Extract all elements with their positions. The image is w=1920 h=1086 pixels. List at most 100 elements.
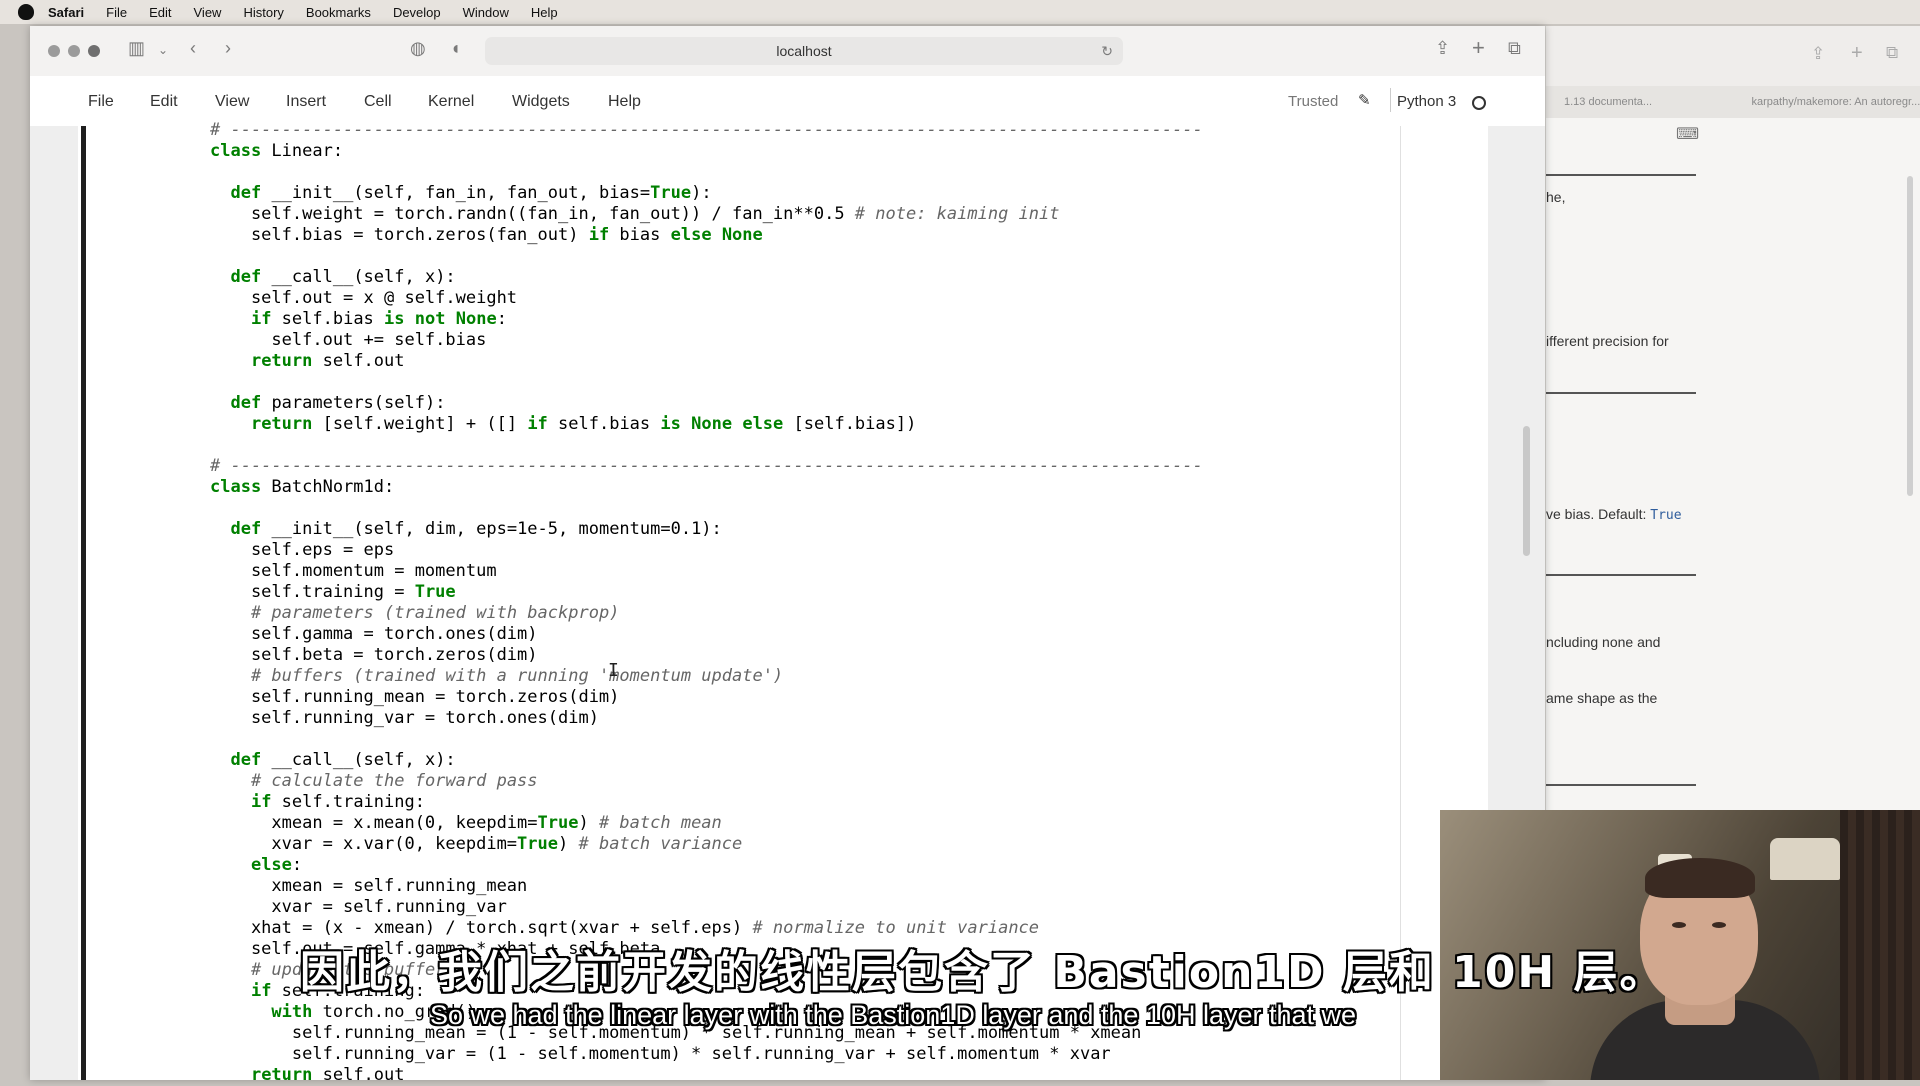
divider [1546,392,1696,394]
code-line[interactable]: self.out += self.bias [210,330,1203,351]
kernel-name[interactable]: Python 3 [1397,93,1456,110]
terminal-icon[interactable]: ⌨ [1676,124,1699,144]
code-line[interactable]: # calculate the forward pass [210,771,1203,792]
code-line[interactable]: else: [210,855,1203,876]
code-line[interactable]: self.bias = torch.zeros(fan_out) if bias… [210,225,1203,246]
code-line[interactable]: xmean = self.running_mean [210,876,1203,897]
code-line[interactable]: self.running_var = torch.ones(dim) [210,708,1203,729]
lamp-shape [1770,838,1840,880]
code-line[interactable]: xvar = self.running_var [210,897,1203,918]
tabs-overview-icon[interactable]: ⧉ [1886,43,1898,63]
code-line[interactable]: class BatchNorm1d: [210,477,1203,498]
close-window-button[interactable] [48,45,60,57]
code-line[interactable]: # --------------------------------------… [210,456,1203,477]
code-line[interactable]: self.training = True [210,582,1203,603]
code-line[interactable]: return self.out [210,351,1203,372]
code-line[interactable] [210,162,1203,183]
code-line[interactable]: def __init__(self, dim, eps=1e-5, moment… [210,519,1203,540]
code-line[interactable] [210,498,1203,519]
jupyter-menu-edit[interactable]: Edit [150,93,178,111]
menu-bookmarks[interactable]: Bookmarks [306,5,371,20]
trusted-indicator[interactable]: Trusted [1288,93,1338,110]
divider [1390,88,1391,112]
code-line[interactable]: xvar = x.var(0, keepdim=True) # batch va… [210,834,1203,855]
code-line[interactable]: def __init__(self, fan_in, fan_out, bias… [210,183,1203,204]
code-line[interactable] [210,372,1203,393]
subtitle-chinese: 因此，我们之前开发的线性层包含了 Bastion1D 层和 10H 层。 [300,936,1666,1000]
share-icon[interactable]: ⇪ [1811,44,1825,64]
new-tab-icon[interactable]: + [1851,42,1863,65]
doc-fragment: he, [1546,189,1565,205]
subtitle-english: So we had the linear layer with the Bast… [430,1000,1356,1031]
forward-icon[interactable]: › [225,38,231,59]
new-tab-icon[interactable]: + [1472,35,1485,61]
kernel-status-icon [1472,96,1486,110]
jupyter-menu-view[interactable]: View [215,93,249,111]
privacy-report-icon[interactable]: ◍ [410,38,426,59]
code-line[interactable]: self.out = x @ self.weight [210,288,1203,309]
code-line[interactable] [210,435,1203,456]
code-line[interactable]: xmean = x.mean(0, keepdim=True) # batch … [210,813,1203,834]
code-line[interactable]: # parameters (trained with backprop) [210,603,1203,624]
sidebar-toggle-icon[interactable]: ▥ [128,38,145,59]
background-scrollbar[interactable] [1907,176,1913,496]
code-line[interactable]: if self.bias is not None: [210,309,1203,330]
address-text: localhost [776,43,831,59]
menu-history[interactable]: History [243,5,283,20]
presenter-hair [1645,858,1755,898]
code-line[interactable]: self.running_mean = torch.zeros(dim) [210,687,1203,708]
jupyter-menu-file[interactable]: File [88,93,114,111]
jupyter-menu-kernel[interactable]: Kernel [428,93,474,111]
code-line[interactable]: self.momentum = momentum [210,561,1203,582]
code-line[interactable]: self.beta = torch.zeros(dim) [210,645,1203,666]
divider [1546,574,1696,576]
code-line[interactable]: self.gamma = torch.ones(dim) [210,624,1203,645]
jupyter-menu-cell[interactable]: Cell [364,93,392,111]
tab-github-makemore[interactable]: karpathy/makemore: An autoregr... [1734,96,1920,108]
code-line[interactable]: def __call__(self, x): [210,750,1203,771]
presenter-eye [1712,922,1726,928]
zoom-window-button[interactable] [88,45,100,57]
jupyter-menu-help[interactable]: Help [608,93,641,111]
menu-window[interactable]: Window [463,5,509,20]
code-line[interactable] [210,246,1203,267]
menu-bar: Safari File Edit View History Bookmarks … [0,0,1920,24]
apple-icon[interactable] [18,4,34,20]
code-line[interactable]: def parameters(self): [210,393,1203,414]
menu-develop[interactable]: Develop [393,5,441,20]
doc-fragment-text: ve bias. Default: [1546,506,1650,522]
text-cursor-icon: I [608,660,619,681]
code-line[interactable]: return [self.weight] + ([] if self.bias … [210,414,1203,435]
shield-icon[interactable]: ◖ [450,38,461,59]
tabs-overview-icon[interactable]: ⧉ [1508,38,1521,59]
code-line[interactable] [210,729,1203,750]
code-line[interactable]: def __call__(self, x): [210,267,1203,288]
minimize-window-button[interactable] [68,45,80,57]
jupyter-menu-widgets[interactable]: Widgets [512,93,570,111]
back-icon[interactable]: ‹ [190,38,196,59]
jupyter-menu-insert[interactable]: Insert [286,93,326,111]
menu-view[interactable]: View [194,5,222,20]
code-line[interactable]: return self.out [210,1065,1203,1086]
menu-help[interactable]: Help [531,5,558,20]
address-bar[interactable]: localhost ↻ [485,37,1123,65]
menu-app-safari[interactable]: Safari [48,5,84,20]
chevron-down-icon[interactable]: ⌄ [158,43,168,57]
code-line[interactable]: if self.training: [210,792,1203,813]
tab-docs[interactable]: 1.13 documenta... [1546,96,1734,108]
code-line[interactable]: # buffers (trained with a running 'momen… [210,666,1203,687]
default-value-code: True [1650,508,1681,523]
pencil-icon[interactable]: ✎ [1358,91,1371,109]
reload-icon[interactable]: ↻ [1101,37,1113,65]
share-icon[interactable]: ⇪ [1435,38,1450,59]
code-line[interactable]: self.weight = torch.randn((fan_in, fan_o… [210,204,1203,225]
background-window: ⇪ + ⧉ 1.13 documenta... karpathy/makemor… [1545,26,1920,810]
menu-edit[interactable]: Edit [149,5,171,20]
code-line[interactable]: self.running_var = (1 - self.momentum) *… [210,1044,1203,1065]
code-line[interactable]: self.eps = eps [210,540,1203,561]
code-line[interactable]: # --------------------------------------… [210,120,1203,141]
menu-file[interactable]: File [106,5,127,20]
code-line[interactable]: class Linear: [210,141,1203,162]
browser-toolbar: ▥ ⌄ ‹ › ◍ ◖ localhost ↻ ⇪ + ⧉ [30,26,1545,77]
notebook-scrollbar[interactable] [1523,426,1530,556]
